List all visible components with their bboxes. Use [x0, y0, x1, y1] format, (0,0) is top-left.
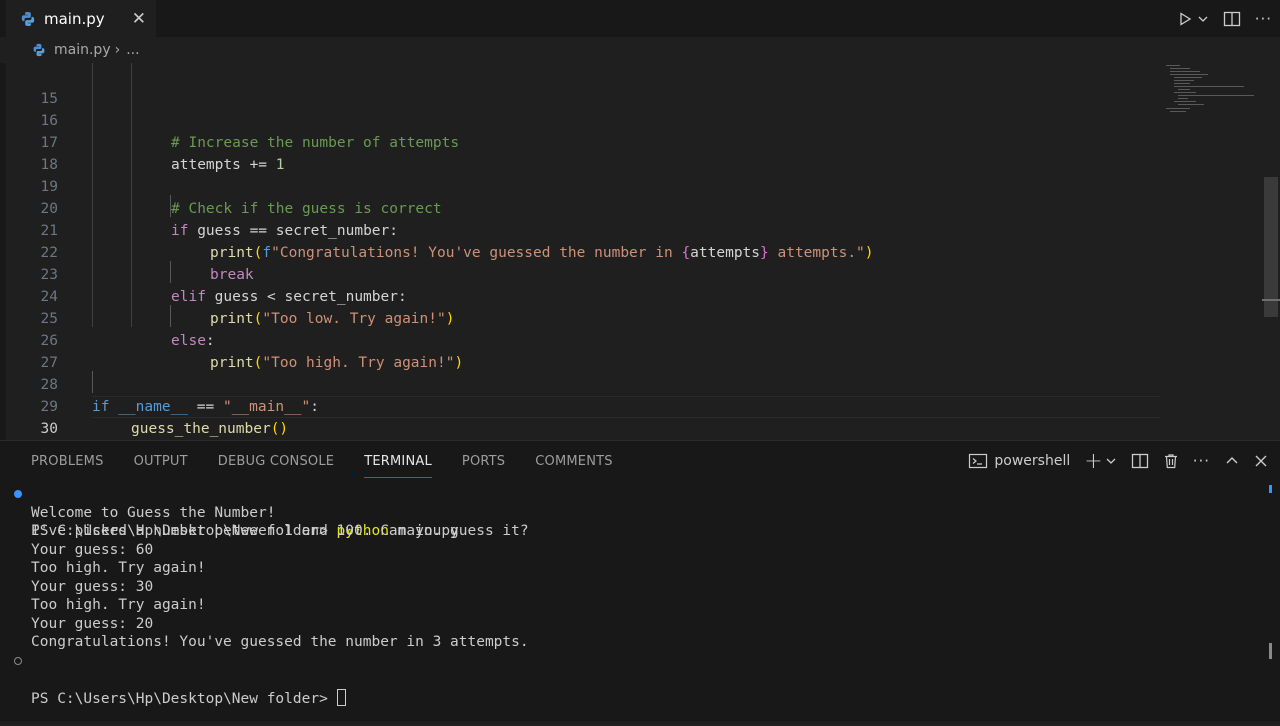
code-line[interactable]: 18 [0, 132, 1160, 173]
terminal-scroll-marker [1269, 643, 1272, 659]
code-line[interactable]: 16 # Increase the number of attempts [0, 88, 1160, 151]
close-panel-icon[interactable] [1254, 454, 1268, 468]
command-decoration-icon[interactable] [14, 490, 22, 498]
command-decoration-icon[interactable] [14, 656, 22, 665]
breadcrumb: main.py › ... [0, 37, 1280, 63]
more-actions-button[interactable]: ··· [1255, 10, 1272, 28]
trash-icon[interactable] [1163, 453, 1179, 469]
code-line[interactable]: 15 [0, 66, 1160, 107]
code-line[interactable]: 23 elif guess < secret_number: [0, 242, 1160, 305]
terminal-line: Your guess: 60 [31, 541, 154, 558]
code-line[interactable]: 30 [0, 396, 1160, 437]
chevron-down-icon[interactable] [1197, 13, 1209, 25]
line-number: 30 [40, 421, 58, 437]
terminal-line: Your guess: 20 [31, 615, 154, 632]
more-panel-actions-button[interactable]: ··· [1193, 452, 1210, 470]
python-icon [33, 43, 45, 57]
breadcrumb-separator: › [114, 42, 121, 58]
terminal-shell-selector[interactable]: powershell [968, 452, 1070, 470]
tab-output[interactable]: OUTPUT [134, 454, 188, 469]
code-function: guess_the_number [131, 421, 271, 437]
breadcrumb-more[interactable]: ... [126, 42, 139, 58]
tab-main-py[interactable]: main.py ✕ [6, 0, 156, 37]
code-line[interactable]: 22 break [0, 220, 1160, 283]
terminal-line: Too high. Try again! [31, 597, 206, 613]
code-line[interactable]: 26 print("Too high. Try again!") [0, 308, 1160, 371]
split-editor-icon[interactable] [1223, 11, 1241, 27]
tab-ports[interactable]: PORTS [462, 454, 505, 469]
code-token: () [270, 421, 289, 437]
terminal-prompt: PS C:\Users\Hp\Desktop\New folder> [31, 690, 337, 707]
close-icon[interactable]: ✕ [132, 9, 146, 29]
terminal-line: Congratulations! You've guessed the numb… [31, 634, 529, 650]
terminal-scroll-marker [1269, 485, 1272, 493]
code-line[interactable]: 20 if guess == secret_number: [0, 176, 1160, 239]
code-line[interactable]: 19 # Check if the guess is correct [0, 154, 1160, 217]
tab-label: main.py [44, 9, 105, 28]
editor-tab-bar: main.py ✕ ··· [0, 0, 1280, 37]
scrollbar-marker [1262, 299, 1280, 301]
tab-comments[interactable]: COMMENTS [535, 454, 612, 469]
editor-actions: ··· [1177, 0, 1272, 37]
tab-debug-console[interactable]: DEBUG CONSOLE [218, 454, 334, 469]
terminal-line: Too high. Try again! [31, 560, 206, 576]
code-line[interactable]: 29 guess_the_number() [0, 374, 1160, 437]
terminal-line: I've picked a number between 1 and 100. … [31, 523, 529, 539]
shell-name: powershell [994, 453, 1071, 469]
bottom-panel: PROBLEMS OUTPUT DEBUG CONSOLE TERMINAL P… [0, 440, 1280, 721]
maximize-panel-icon[interactable] [1224, 453, 1240, 469]
split-terminal-icon[interactable] [1131, 453, 1149, 469]
tab-terminal[interactable]: TERMINAL [364, 454, 432, 478]
minimap[interactable] [1162, 63, 1262, 123]
terminal-line: Your guess: 30 [31, 578, 154, 595]
python-icon [21, 11, 35, 26]
panel-tabs: PROBLEMS OUTPUT DEBUG CONSOLE TERMINAL P… [0, 441, 613, 481]
editor-scrollbar-thumb[interactable] [1264, 177, 1278, 317]
code-line[interactable]: 25 else: [0, 286, 1160, 349]
terminal-line: Welcome to Guess the Number! [31, 504, 276, 521]
code-line[interactable]: 21 print(f"Congratulations! You've guess… [0, 198, 1160, 261]
code-line[interactable]: 28 if __name__ == "__main__": [0, 352, 1160, 415]
tab-problems[interactable]: PROBLEMS [31, 454, 104, 469]
play-icon[interactable] [1177, 11, 1193, 27]
terminal-cursor [336, 688, 346, 706]
code-line[interactable]: 17 attempts += 1 [0, 110, 1160, 173]
terminal-icon [969, 453, 988, 469]
terminal-line: PS C:\Users\Hp\Desktop\New folder> pytho… [0, 485, 1260, 539]
code-line[interactable]: 24 print("Too low. Try again!") [0, 264, 1160, 327]
terminal-output[interactable]: PS C:\Users\Hp\Desktop\New folder> pytho… [0, 485, 1260, 707]
terminal-line: PS C:\Users\Hp\Desktop\New folder> [0, 652, 1260, 707]
new-terminal-button[interactable]: + [1084, 449, 1102, 474]
breadcrumb-file[interactable]: main.py [54, 42, 111, 58]
chevron-down-icon[interactable] [1105, 455, 1117, 467]
code-editor[interactable]: 15 16 # Increase the number of attempts … [0, 63, 1280, 440]
panel-actions: powershell + ··· [968, 441, 1268, 481]
code-line[interactable]: 27 [0, 330, 1160, 371]
